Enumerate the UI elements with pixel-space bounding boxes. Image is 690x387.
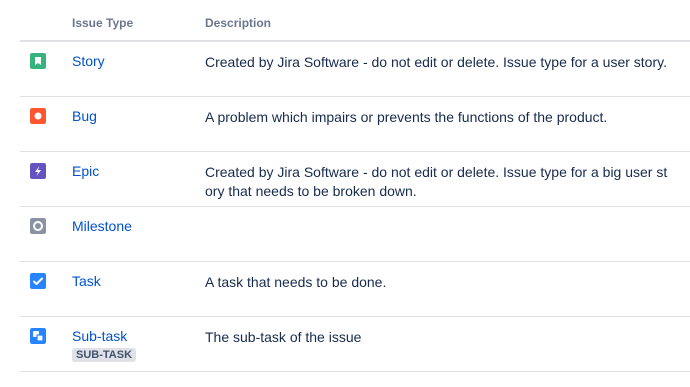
- issue-type-description: A task that needs to be done.: [205, 274, 387, 290]
- issue-type-link[interactable]: Story: [72, 53, 105, 69]
- column-header-description: Description: [205, 16, 272, 30]
- issue-type-link[interactable]: Task: [72, 273, 101, 289]
- issue-types-table: Issue Type Description Story Created by …: [20, 0, 690, 372]
- issue-type-link[interactable]: Bug: [72, 108, 97, 124]
- table-row: Milestone: [20, 207, 690, 262]
- table-row: Story Created by Jira Software - do not …: [20, 42, 690, 97]
- table-row: Epic Created by Jira Software - do not e…: [20, 152, 690, 207]
- story-icon: [30, 53, 46, 69]
- milestone-icon: [30, 218, 46, 234]
- subtask-badge: SUB-TASK: [72, 348, 137, 362]
- table-row: Bug A problem which impairs or prevents …: [20, 97, 690, 152]
- bug-icon: [30, 108, 46, 124]
- issue-type-description: Created by Jira Software - do not edit o…: [205, 54, 667, 70]
- issue-type-description: Created by Jira Software - do not edit o…: [205, 164, 668, 199]
- issue-type-description: The sub-task of the issue: [205, 329, 362, 345]
- issue-type-link[interactable]: Sub-task: [72, 328, 127, 344]
- issue-type-link[interactable]: Epic: [72, 163, 99, 179]
- issue-type-link[interactable]: Milestone: [72, 218, 132, 234]
- column-header-issue-type: Issue Type: [72, 16, 134, 30]
- table-row: Task A task that needs to be done.: [20, 262, 690, 317]
- table-header: Issue Type Description: [20, 0, 690, 42]
- table-row: Sub-task SUB-TASK The sub-task of the is…: [20, 317, 690, 372]
- issue-type-description: A problem which impairs or prevents the …: [205, 109, 608, 125]
- epic-icon: [30, 163, 46, 179]
- subtask-icon: [30, 328, 46, 344]
- task-icon: [30, 273, 46, 289]
